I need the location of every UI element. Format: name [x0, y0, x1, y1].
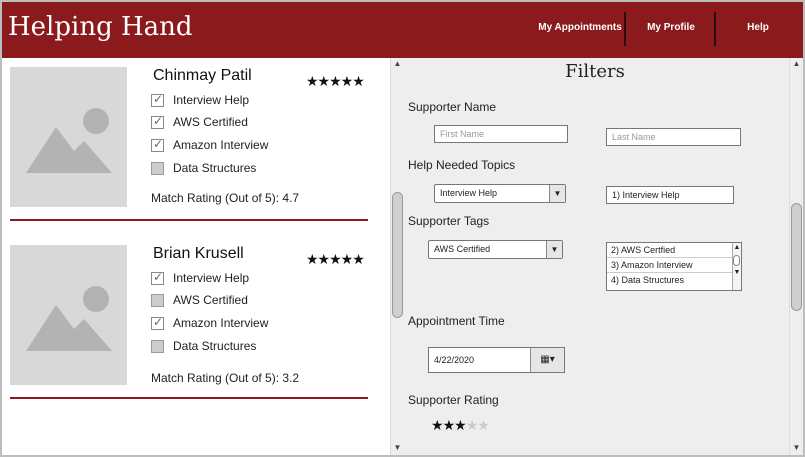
supporter-tags-selected: AWS Certified — [434, 244, 491, 254]
list-item[interactable]: 3) Amazon Interview — [607, 258, 741, 273]
scrollbar-thumb[interactable] — [791, 203, 802, 311]
list-item[interactable]: 4) Data Structures — [607, 273, 741, 288]
list-scrollbar[interactable]: ▲ ▼ — [390, 58, 404, 455]
tag-label: Data Structures — [173, 161, 257, 175]
card-divider — [10, 397, 368, 399]
appointment-date-value: 4/22/2020 — [434, 355, 475, 365]
tag-label: Interview Help — [173, 271, 250, 285]
image-placeholder-icon — [10, 245, 127, 385]
tag-label: Data Structures — [173, 339, 257, 353]
check-icon — [151, 92, 164, 107]
star-empty-icon[interactable]: ★ — [477, 417, 490, 433]
filters-panel: Filters Supporter Name First Name Last N… — [405, 58, 789, 455]
supporter-card[interactable]: Brian Krusell ★★★★★ Interview Help AWS C… — [2, 236, 390, 406]
supporter-name[interactable]: Brian Krusell — [153, 245, 244, 263]
nav-help[interactable]: Help — [718, 2, 798, 48]
checkbox-empty-icon — [151, 340, 164, 353]
scroll-down-arrow-icon[interactable]: ▼ — [790, 442, 803, 454]
header-bar: Helping Hand My Appointments My Profile … — [2, 2, 803, 58]
supporter-name-label: Supporter Name — [408, 100, 497, 114]
scroll-up-arrow-icon[interactable]: ▲ — [790, 58, 803, 70]
check-icon — [151, 114, 164, 129]
supporter-list: Chinmay Patil ★★★★★ Interview Help AWS C… — [2, 58, 390, 455]
chevron-down-icon[interactable]: ▼ — [546, 241, 562, 258]
appointment-date-field[interactable]: 4/22/2020 ▦▾ — [428, 347, 565, 373]
supporter-tags-label: Supporter Tags — [408, 214, 490, 228]
appointment-time-label: Appointment Time — [408, 314, 505, 328]
help-topics-list: 1) Interview Help — [606, 186, 734, 204]
tag-label: AWS Certified — [173, 115, 248, 129]
match-rating-label: Match Rating (Out of 5): — [151, 371, 280, 385]
match-rating-value: 3.2 — [282, 371, 300, 385]
supporter-card[interactable]: Chinmay Patil ★★★★★ Interview Help AWS C… — [2, 58, 390, 228]
nav-my-profile[interactable]: My Profile — [628, 2, 714, 48]
tag-label: AWS Certified — [173, 293, 248, 307]
image-placeholder-icon — [10, 67, 127, 207]
supporter-tags-list[interactable]: 2) AWS Certfied 3) Amazon Interview 4) D… — [606, 242, 742, 291]
scrollbar-thumb[interactable] — [733, 255, 740, 266]
first-name-field[interactable]: First Name — [434, 125, 568, 143]
help-topics-select[interactable]: Interview Help ▼ — [434, 184, 566, 203]
app-title: Helping Hand — [8, 12, 193, 42]
supporter-rating-label: Supporter Rating — [408, 393, 499, 407]
help-topics-selected: Interview Help — [440, 188, 498, 198]
check-icon — [151, 137, 164, 152]
chevron-down-icon[interactable]: ▼ — [549, 185, 565, 202]
page-scrollbar[interactable]: ▲ ▼ — [789, 58, 803, 455]
scroll-up-arrow-icon[interactable]: ▲ — [733, 243, 741, 253]
match-rating-value: 4.7 — [282, 191, 300, 205]
star-empty-icon[interactable]: ★ — [466, 417, 479, 433]
supporter-tags-select[interactable]: AWS Certified ▼ — [428, 240, 563, 259]
check-icon — [151, 315, 164, 330]
help-topics-label: Help Needed Topics — [408, 158, 516, 172]
tag-label: Interview Help — [173, 93, 250, 107]
match-rating: Match Rating (Out of 5): 3.2 — [151, 371, 299, 385]
scroll-down-arrow-icon[interactable]: ▼ — [733, 268, 741, 278]
app-window: Helping Hand My Appointments My Profile … — [0, 0, 805, 457]
supporter-name[interactable]: Chinmay Patil — [153, 67, 252, 85]
star-rating-input[interactable]: ★★★★★ — [431, 417, 490, 434]
scroll-up-arrow-icon[interactable]: ▲ — [391, 58, 404, 70]
tag-label: Amazon Interview — [173, 316, 269, 330]
match-rating: Match Rating (Out of 5): 4.7 — [151, 191, 299, 205]
star-icon: ★★★★★ — [306, 73, 365, 89]
check-icon — [151, 270, 164, 285]
nav-my-appointments[interactable]: My Appointments — [536, 2, 624, 48]
list-item[interactable]: 2) AWS Certfied — [607, 243, 741, 258]
star-filled-icon[interactable]: ★ — [454, 417, 467, 433]
scroll-down-arrow-icon[interactable]: ▼ — [391, 442, 404, 454]
filters-title: Filters — [565, 61, 625, 82]
card-divider — [10, 219, 368, 221]
nav-separator — [714, 12, 716, 46]
match-rating-label: Match Rating (Out of 5): — [151, 191, 280, 205]
checkbox-empty-icon — [151, 162, 164, 175]
scrollbar-thumb[interactable] — [392, 192, 403, 318]
star-filled-icon[interactable]: ★ — [431, 417, 444, 433]
nav-separator — [624, 12, 626, 46]
star-icon: ★★★★★ — [306, 251, 365, 267]
tag-label: Amazon Interview — [173, 138, 269, 152]
last-name-field[interactable]: Last Name — [606, 128, 741, 146]
list-scrollbar[interactable]: ▲ ▼ — [732, 243, 741, 290]
calendar-icon[interactable]: ▦▾ — [530, 348, 564, 372]
star-filled-icon[interactable]: ★ — [443, 417, 456, 433]
checkbox-empty-icon — [151, 294, 164, 307]
